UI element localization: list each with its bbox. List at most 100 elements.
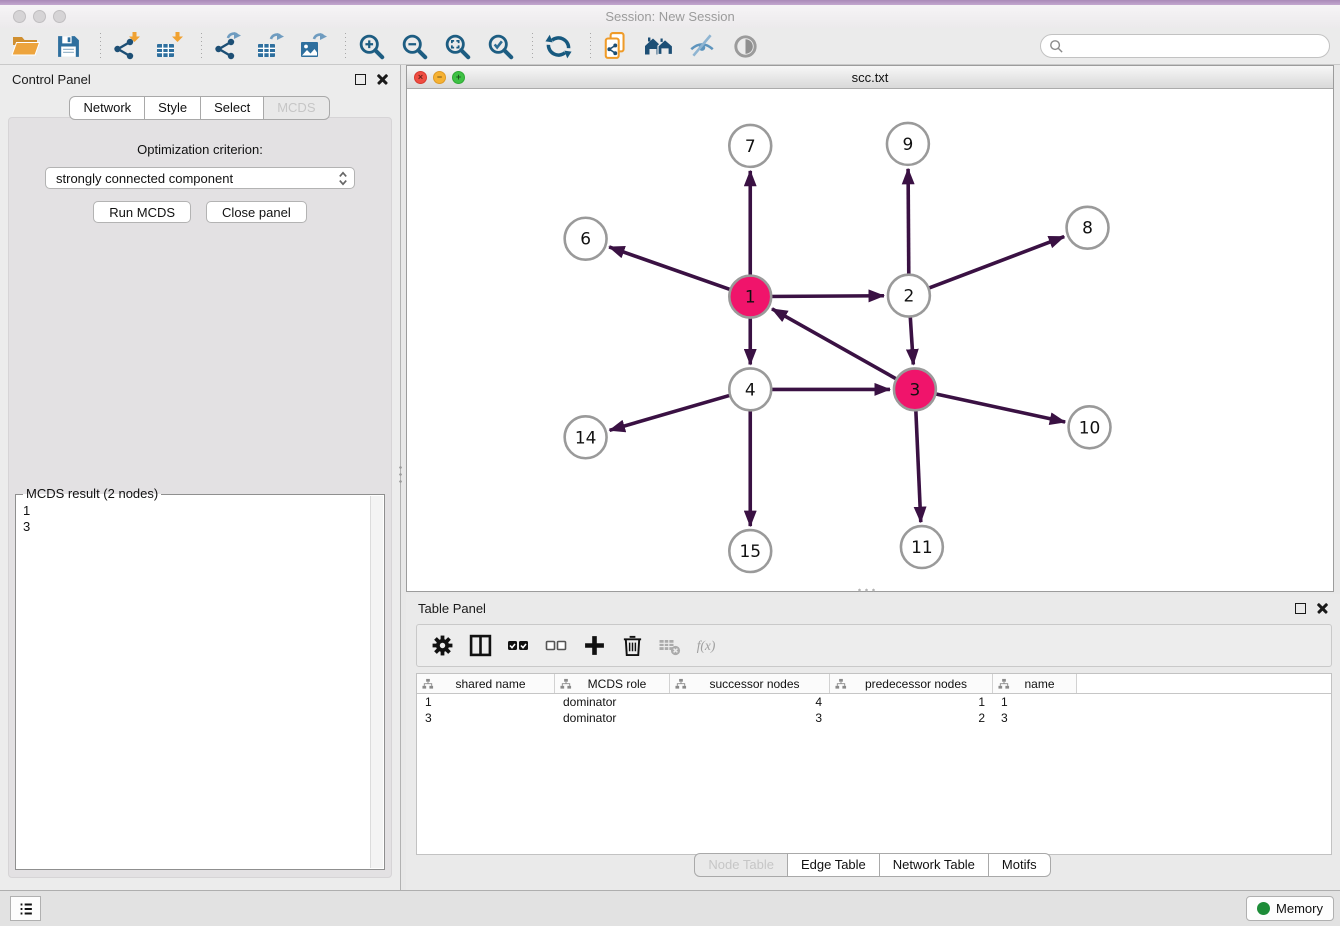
refresh-icon[interactable] xyxy=(543,31,573,61)
network-title: scc.txt xyxy=(407,70,1333,85)
edge-1-2[interactable] xyxy=(764,296,884,297)
tab-select[interactable]: Select xyxy=(200,96,264,120)
table-panel-title: Table Panel xyxy=(418,601,486,616)
table-cell[interactable]: 1 xyxy=(830,694,993,710)
column-header-successor-nodes[interactable]: successor nodes xyxy=(670,674,830,693)
table-row[interactable]: 1dominator411 xyxy=(417,694,1331,710)
tab-edge-table[interactable]: Edge Table xyxy=(787,853,880,877)
graph-node-2[interactable]: 2 xyxy=(888,275,930,317)
open-session-icon[interactable] xyxy=(10,31,40,61)
graph-node-3[interactable]: 3 xyxy=(894,368,936,410)
edge-3-1[interactable] xyxy=(772,309,903,383)
status-bar: Memory xyxy=(0,890,1340,926)
edge-4-14[interactable] xyxy=(610,393,737,430)
graph-node-6[interactable]: 6 xyxy=(565,218,607,260)
mcds-result-text[interactable]: 13 xyxy=(17,501,369,868)
toggle-panel-icon[interactable] xyxy=(468,634,492,658)
column-header-shared-name[interactable]: shared name xyxy=(417,674,555,693)
svg-text:9: 9 xyxy=(903,134,914,154)
home-icon[interactable] xyxy=(644,31,674,61)
tab-mcds[interactable]: MCDS xyxy=(263,96,329,120)
main-toolbar xyxy=(0,28,1340,65)
deselect-all-icon[interactable] xyxy=(544,634,568,658)
edge-3-11[interactable] xyxy=(916,403,921,522)
function-builder-icon[interactable]: f(x) xyxy=(696,634,720,658)
tab-style[interactable]: Style xyxy=(144,96,201,120)
zoom-out-icon[interactable] xyxy=(399,31,429,61)
export-network-icon[interactable] xyxy=(212,31,242,61)
tab-node-table[interactable]: Node Table xyxy=(694,853,788,877)
import-network-icon[interactable] xyxy=(111,31,141,61)
table-cell[interactable]: 1 xyxy=(993,694,1077,710)
tab-network-table[interactable]: Network Table xyxy=(879,853,989,877)
network-window-titlebar[interactable]: × − + scc.txt xyxy=(407,66,1333,89)
zoom-in-icon[interactable] xyxy=(356,31,386,61)
graph-node-1[interactable]: 1 xyxy=(729,276,771,318)
toolbar-separator xyxy=(345,33,346,59)
select-all-icon[interactable] xyxy=(506,634,530,658)
column-header-predecessor-nodes[interactable]: predecessor nodes xyxy=(830,674,993,693)
import-table-icon[interactable] xyxy=(154,31,184,61)
export-table-icon[interactable] xyxy=(255,31,285,61)
edge-2-9[interactable] xyxy=(908,169,909,282)
panel-splitter-handle[interactable] xyxy=(397,462,404,484)
delete-column-icon[interactable] xyxy=(620,634,644,658)
svg-text:3: 3 xyxy=(910,379,921,399)
hide-annotations-icon[interactable] xyxy=(687,31,717,61)
canvas-splitter-handle[interactable] xyxy=(856,587,878,593)
graph-node-10[interactable]: 10 xyxy=(1069,406,1111,448)
close-table-panel-icon[interactable] xyxy=(1317,603,1328,614)
table-cell[interactable]: 2 xyxy=(830,710,993,726)
network-canvas[interactable]: 7 9 6 8 1 2 4 3 14 10 15 11 xyxy=(407,89,1333,591)
tab-network[interactable]: Network xyxy=(69,96,145,120)
close-panel-icon[interactable] xyxy=(377,74,388,85)
graph-node-4[interactable]: 4 xyxy=(729,368,771,410)
float-table-panel-icon[interactable] xyxy=(1295,603,1306,614)
float-panel-icon[interactable] xyxy=(355,74,366,85)
search-input[interactable] xyxy=(1069,39,1329,54)
tab-motifs[interactable]: Motifs xyxy=(988,853,1051,877)
control-panel-title: Control Panel xyxy=(12,72,91,87)
run-mcds-button[interactable]: Run MCDS xyxy=(93,201,191,223)
zoom-selected-icon[interactable] xyxy=(485,31,515,61)
table-cell[interactable]: 3 xyxy=(670,710,830,726)
mac-titlebar: Session: New Session xyxy=(0,5,1340,28)
mcds-panel: Optimization criterion: strongly connect… xyxy=(8,117,392,878)
edge-3-10[interactable] xyxy=(929,392,1066,422)
column-header-name[interactable]: name xyxy=(993,674,1077,693)
graph-node-11[interactable]: 11 xyxy=(901,526,943,568)
graph-node-7[interactable]: 7 xyxy=(729,125,771,167)
duplicate-network-icon[interactable] xyxy=(601,31,631,61)
save-session-icon[interactable] xyxy=(53,31,83,61)
criterion-select[interactable]: strongly connected component xyxy=(45,167,355,189)
table-cell[interactable]: 1 xyxy=(417,694,555,710)
settings-icon[interactable] xyxy=(430,634,454,658)
table-cell[interactable]: 3 xyxy=(417,710,555,726)
criterion-value: strongly connected component xyxy=(56,171,338,186)
table-cell[interactable]: 3 xyxy=(993,710,1077,726)
delete-table-icon[interactable] xyxy=(658,634,682,658)
column-header-MCDS-role[interactable]: MCDS role xyxy=(555,674,670,693)
table-cell[interactable]: dominator xyxy=(555,710,670,726)
node-table[interactable]: shared nameMCDS rolesuccessor nodesprede… xyxy=(416,673,1332,855)
table-cell[interactable]: 4 xyxy=(670,694,830,710)
table-cell[interactable]: dominator xyxy=(555,694,670,710)
table-row[interactable]: 3dominator323 xyxy=(417,710,1331,726)
export-image-icon[interactable] xyxy=(298,31,328,61)
graph-node-8[interactable]: 8 xyxy=(1067,207,1109,249)
zoom-fit-icon[interactable] xyxy=(442,31,472,61)
network-graph[interactable]: 7 9 6 8 1 2 4 3 14 10 15 11 xyxy=(407,89,1333,591)
graph-node-15[interactable]: 15 xyxy=(729,530,771,572)
result-scrollbar[interactable] xyxy=(370,496,383,868)
task-history-button[interactable] xyxy=(10,896,41,921)
graph-node-9[interactable]: 9 xyxy=(887,123,929,165)
search-box xyxy=(1040,34,1330,58)
edge-1-6[interactable] xyxy=(609,247,737,292)
graph-node-14[interactable]: 14 xyxy=(565,416,607,458)
memory-button[interactable]: Memory xyxy=(1246,896,1334,921)
close-panel-button[interactable]: Close panel xyxy=(206,201,307,223)
add-column-icon[interactable] xyxy=(582,634,606,658)
svg-text:8: 8 xyxy=(1082,218,1093,238)
show-eye-icon[interactable] xyxy=(730,31,760,61)
edge-2-8[interactable] xyxy=(922,237,1064,291)
